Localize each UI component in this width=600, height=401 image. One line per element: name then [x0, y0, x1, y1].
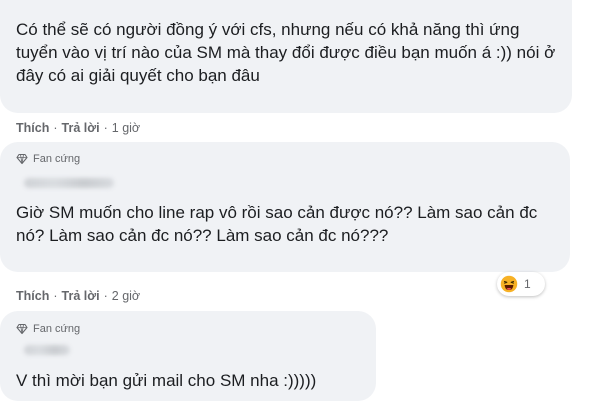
badge-label: Fan cứng: [33, 323, 81, 335]
comment-actions: Thích · Trả lời · 1 giờ: [16, 121, 140, 135]
timestamp[interactable]: 2 giờ: [112, 289, 140, 303]
separator: ·: [103, 289, 108, 303]
diamond-icon: [16, 153, 28, 165]
separator: ·: [53, 121, 58, 135]
reaction-count: 1: [524, 277, 531, 291]
like-button[interactable]: Thích: [16, 289, 49, 303]
diamond-icon: [16, 323, 28, 335]
reaction-summary[interactable]: 1: [497, 272, 545, 296]
like-button[interactable]: Thích: [16, 121, 49, 135]
comment-actions: Thích · Trả lời · 2 giờ: [16, 289, 140, 303]
reply-button[interactable]: Trả lời: [62, 289, 100, 303]
haha-icon: [500, 275, 518, 293]
comment-text: Có thể sẽ có người đồng ý với cfs, nhưng…: [16, 20, 556, 85]
author-name-blurred[interactable]: [24, 345, 70, 355]
reply-button[interactable]: Trả lời: [62, 121, 100, 135]
fan-badge: Fan cứng: [16, 153, 80, 165]
comment-text: V thì mời bạn gửi mail cho SM nha :))))): [16, 371, 317, 390]
comment-text: Giờ SM muốn cho line rap vô rồi sao cản …: [16, 203, 538, 245]
separator: ·: [103, 121, 108, 135]
timestamp[interactable]: 1 giờ: [112, 121, 140, 135]
separator: ·: [53, 289, 58, 303]
author-name-blurred[interactable]: [24, 178, 114, 188]
badge-label: Fan cứng: [33, 153, 81, 165]
fan-badge: Fan cứng: [16, 323, 80, 335]
